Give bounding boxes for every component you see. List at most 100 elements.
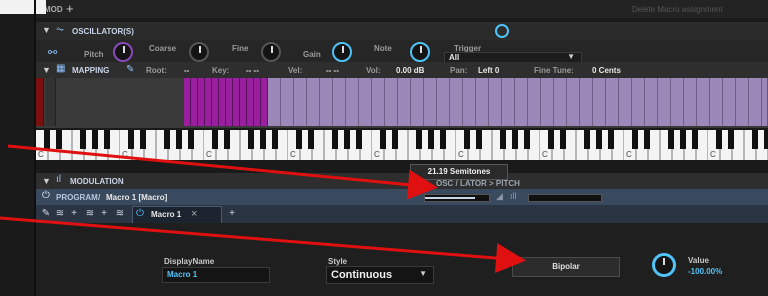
- octave-label: C: [374, 150, 380, 159]
- coarse-label: Coarse: [149, 44, 177, 53]
- root-value: --: [184, 66, 190, 75]
- white-corner-patch: [0, 0, 46, 14]
- display-name-label: DisplayName: [164, 257, 215, 266]
- add-icon[interactable]: +: [68, 208, 80, 220]
- pitch-knob[interactable]: [113, 42, 133, 62]
- bipolar-label: Bipolar: [552, 262, 580, 271]
- key-value: -- --: [246, 66, 259, 75]
- oscillator-title: OSCILLATOR(S): [72, 27, 134, 36]
- display-name-field[interactable]: Macro 1: [162, 267, 270, 283]
- ramp-icon: ◢: [496, 191, 503, 201]
- octave-label: C: [290, 150, 296, 159]
- note-knob[interactable]: [410, 42, 430, 62]
- fine-knob[interactable]: [261, 42, 281, 62]
- depth-slider[interactable]: [424, 194, 490, 202]
- pan-label: Pan:: [450, 66, 468, 75]
- add-icon[interactable]: +: [98, 208, 110, 220]
- add-tab-icon[interactable]: +: [226, 208, 238, 220]
- modulation-breadcrumb-bar: ⏻ PROGRAM / Macro 1 [Macro] OSC / LATOR …: [36, 179, 768, 205]
- collapse-triangle-icon[interactable]: ▼: [42, 25, 51, 35]
- octave-label: C: [206, 150, 212, 159]
- mapping-title: MAPPING: [72, 66, 110, 75]
- vol-label: Vol:: [366, 66, 381, 75]
- breadcrumb-current: Macro 1 [Macro]: [106, 193, 168, 202]
- layers-icon[interactable]: ≋: [54, 208, 66, 220]
- octave-label: C: [626, 150, 632, 159]
- meter-icon: ıll: [510, 191, 517, 201]
- chevron-down-icon: ▼: [567, 52, 575, 61]
- route-path: OSC / LATOR > PITCH: [436, 179, 520, 188]
- power-toggle-icon[interactable]: [495, 24, 509, 38]
- octave-label: C: [542, 150, 548, 159]
- modulation-title: MODULATION: [70, 177, 124, 186]
- value-label: Value: [688, 256, 709, 265]
- macro-editor-panel: DisplayName Macro 1 Style Continuous ▼ B…: [36, 223, 768, 296]
- note-label: Note: [374, 44, 392, 53]
- vol-value: 0.00 dB: [396, 66, 425, 75]
- display-name-value: Macro 1: [167, 270, 198, 279]
- zone-unmapped: [46, 78, 56, 126]
- mod-label: MOD: [44, 5, 63, 14]
- octave-label: C: [122, 150, 128, 159]
- value-readout: -100.00%: [688, 267, 723, 276]
- tooltip-text: 21.19 Semitones: [427, 167, 491, 176]
- oscillator-controls: ⚯ Pitch Coarse Fine Gain Note Trigger Al…: [36, 40, 768, 64]
- collapse-triangle-icon[interactable]: ▼: [42, 176, 51, 186]
- gain-label: Gain: [303, 50, 321, 59]
- octave-label: C: [38, 150, 44, 159]
- power-icon[interactable]: ⏻: [136, 208, 144, 219]
- mapping-zone-grid[interactable]: [36, 78, 768, 128]
- zone-magenta[interactable]: [184, 78, 268, 126]
- mod-add-button[interactable]: +: [66, 1, 74, 16]
- tab-macro-1[interactable]: ⏻ Macro 1 ×: [132, 206, 222, 223]
- tooltip: 21.19 Semitones: [410, 164, 508, 180]
- pan-value: Left 0: [478, 66, 500, 75]
- depth-slider-fill: [425, 197, 475, 199]
- link-icon[interactable]: ⚯: [48, 46, 57, 59]
- tab-label: Macro 1: [151, 210, 182, 219]
- trigger-value: All: [449, 53, 460, 62]
- pitch-label: Pitch: [84, 50, 104, 59]
- breadcrumb-root[interactable]: PROGRAM: [56, 193, 98, 202]
- coarse-knob[interactable]: [189, 42, 209, 62]
- keyboard-keys: [36, 130, 768, 160]
- mapping-header[interactable]: ▼ ▦ MAPPING ✎ Root: -- Key: -- -- Vel: -…: [36, 62, 768, 79]
- grid-icon: ▦: [56, 63, 66, 74]
- chevron-down-icon: ▼: [419, 269, 427, 278]
- modulation-toolbar: ✎ ≋ + ≋ + ≋ ⏻ Macro 1 × +: [36, 205, 768, 223]
- power-icon[interactable]: ⏻: [42, 190, 50, 201]
- vel-value: -- --: [326, 66, 339, 75]
- close-icon[interactable]: ×: [191, 208, 197, 220]
- oscillator-header[interactable]: ▼ ⏦ OSCILLATOR(S): [36, 22, 768, 41]
- key-label: Key:: [212, 66, 230, 75]
- layers-icon[interactable]: ≋: [84, 208, 96, 220]
- modulation-header[interactable]: ▼ ıl MODULATION: [36, 173, 768, 190]
- style-select[interactable]: Continuous ▼: [326, 266, 434, 284]
- octave-label: C: [458, 150, 464, 159]
- bipolar-button[interactable]: Bipolar: [512, 257, 620, 277]
- wrench-icon[interactable]: ✎: [126, 64, 134, 75]
- style-label: Style: [328, 257, 348, 266]
- layers-icon[interactable]: ≋: [114, 208, 126, 220]
- fine-label: Fine: [232, 44, 249, 53]
- mod-strip: MOD + Delete Macro assignment: [36, 0, 768, 18]
- zone-unmapped: [36, 78, 44, 126]
- octave-label: C: [710, 150, 716, 159]
- fine-tune-value: 0 Cents: [592, 66, 621, 75]
- style-value: Continuous: [331, 269, 393, 281]
- piano-keyboard[interactable]: C C C C C C C C C: [36, 130, 768, 160]
- zone-lavender[interactable]: [268, 78, 768, 126]
- wand-icon[interactable]: ✎: [40, 208, 52, 220]
- waveform-icon: ⏦: [56, 24, 65, 35]
- breadcrumb-separator: /: [98, 193, 101, 202]
- root-label: Root:: [146, 66, 167, 75]
- bar-chart-icon: ıl: [56, 174, 61, 185]
- gain-knob[interactable]: [332, 42, 352, 62]
- fine-tune-label: Fine Tune:: [534, 66, 574, 75]
- value-knob[interactable]: [652, 253, 676, 277]
- amount-bar[interactable]: [528, 194, 602, 202]
- vel-label: Vel:: [288, 66, 303, 75]
- delete-macro-assignment[interactable]: Delete Macro assignment: [632, 5, 723, 14]
- left-panel-edge: [34, 0, 36, 296]
- collapse-triangle-icon[interactable]: ▼: [42, 65, 51, 75]
